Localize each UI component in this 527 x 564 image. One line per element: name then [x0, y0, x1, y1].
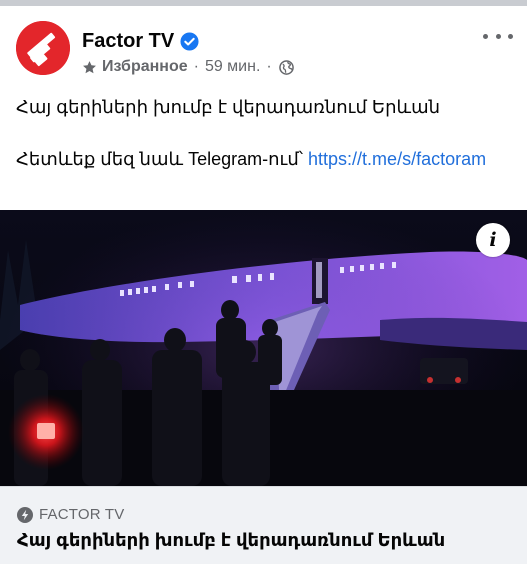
- post-timestamp[interactable]: 59 мин.: [205, 58, 260, 76]
- page-name-row: Factor TV: [82, 28, 199, 54]
- link-title[interactable]: Հայ գերիների խումբ է վերադառնում Երևան: [17, 530, 445, 551]
- meta-separator: ·: [193, 58, 199, 75]
- page-name-link[interactable]: Factor TV: [82, 30, 174, 53]
- more-options-icon[interactable]: [483, 28, 513, 44]
- info-label: i: [489, 228, 497, 251]
- star-icon: [82, 60, 97, 75]
- page-avatar[interactable]: [16, 21, 70, 75]
- meta-separator: ·: [266, 58, 272, 75]
- post-text-prefix: Հետևեք մեզ նաև Telegram-ում՝: [16, 149, 309, 169]
- more-dot: [508, 33, 513, 39]
- post-meta: Избранное · 59 мин. ·: [82, 57, 294, 77]
- favorites-label: Избранное: [102, 58, 188, 75]
- more-dot: [483, 33, 488, 39]
- feed-divider: [0, 0, 527, 6]
- airplane-night-photo: [0, 210, 527, 486]
- telegram-link[interactable]: https://t.me/s/factoram: [308, 149, 486, 169]
- link-preview-card[interactable]: FACTOR TV Հայ գերիների խումբ է վերադառնո…: [0, 486, 527, 564]
- post-text-paragraph: Հետևեք մեզ նաև Telegram-ում՝ https://t.m…: [16, 146, 511, 172]
- bolt-icon: [17, 506, 33, 523]
- post-text: Հայ գերիների խումբ է վերադառնում Երևան Հ…: [16, 94, 511, 172]
- verified-badge-icon: [180, 31, 199, 51]
- link-source: FACTOR TV: [17, 506, 124, 523]
- post-text-line: Հայ գերիների խումբ է վերադառնում Երևան: [16, 97, 441, 117]
- link-source-name: FACTOR TV: [39, 506, 125, 523]
- post-photo[interactable]: i: [0, 210, 527, 486]
- factor-tv-logo-icon: [16, 21, 70, 75]
- more-dot: [495, 33, 501, 39]
- globe-icon[interactable]: [278, 59, 294, 75]
- info-icon[interactable]: i: [476, 223, 510, 257]
